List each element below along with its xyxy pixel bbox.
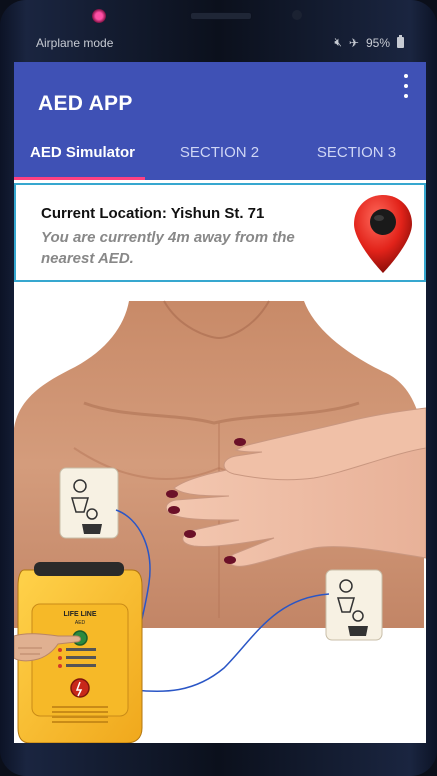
- current-location-text: Current Location: Yishun St. 71: [41, 205, 265, 222]
- battery-icon: [397, 35, 404, 48]
- battery-percent: 95%: [365, 35, 390, 50]
- electrode-pad-left: [59, 467, 119, 539]
- aed-distance-text: You are currently 4m away from the neare…: [41, 229, 295, 267]
- tab-aed-simulator[interactable]: AED Simulator: [14, 134, 151, 180]
- airplane-icon: ✈︎: [348, 35, 359, 50]
- status-icons: 🔇︎ ✈︎ 95%: [334, 35, 404, 50]
- front-camera: [92, 9, 106, 23]
- map-pin-icon[interactable]: [352, 193, 414, 275]
- tab-section-3[interactable]: SECTION 3: [288, 134, 425, 180]
- location-card: Current Location: Yishun St. 71 You are …: [14, 183, 426, 282]
- app-title: AED APP: [38, 92, 133, 115]
- tab-section-2[interactable]: SECTION 2: [151, 134, 288, 180]
- phone-frame: Airplane mode 🔇︎ ✈︎ 95% AED APP AED Simu…: [0, 0, 437, 776]
- aed-simulator-scene: LIFE LINE AED: [14, 298, 426, 743]
- aed-brand: LIFE LINE: [63, 611, 96, 618]
- aed-shock-button: [70, 678, 90, 698]
- airplane-mode-text: Airplane mode: [36, 36, 114, 50]
- status-bar: Airplane mode 🔇︎ ✈︎ 95%: [14, 30, 424, 56]
- tab-bar: AED Simulator SECTION 2 SECTION 3: [14, 134, 426, 180]
- overflow-menu-icon[interactable]: [400, 74, 412, 98]
- electrode-pad-right: [325, 569, 383, 641]
- earpiece-speaker: [190, 12, 252, 20]
- mute-icon: 🔇︎: [334, 35, 342, 49]
- app-bar: AED APP AED Simulator SECTION 2 SECTION …: [14, 62, 426, 180]
- cpr-illustration: LIFE LINE AED: [14, 300, 426, 743]
- proximity-sensor: [292, 10, 302, 20]
- app-screen: AED APP AED Simulator SECTION 2 SECTION …: [14, 62, 426, 743]
- aed-model: AED: [75, 620, 86, 626]
